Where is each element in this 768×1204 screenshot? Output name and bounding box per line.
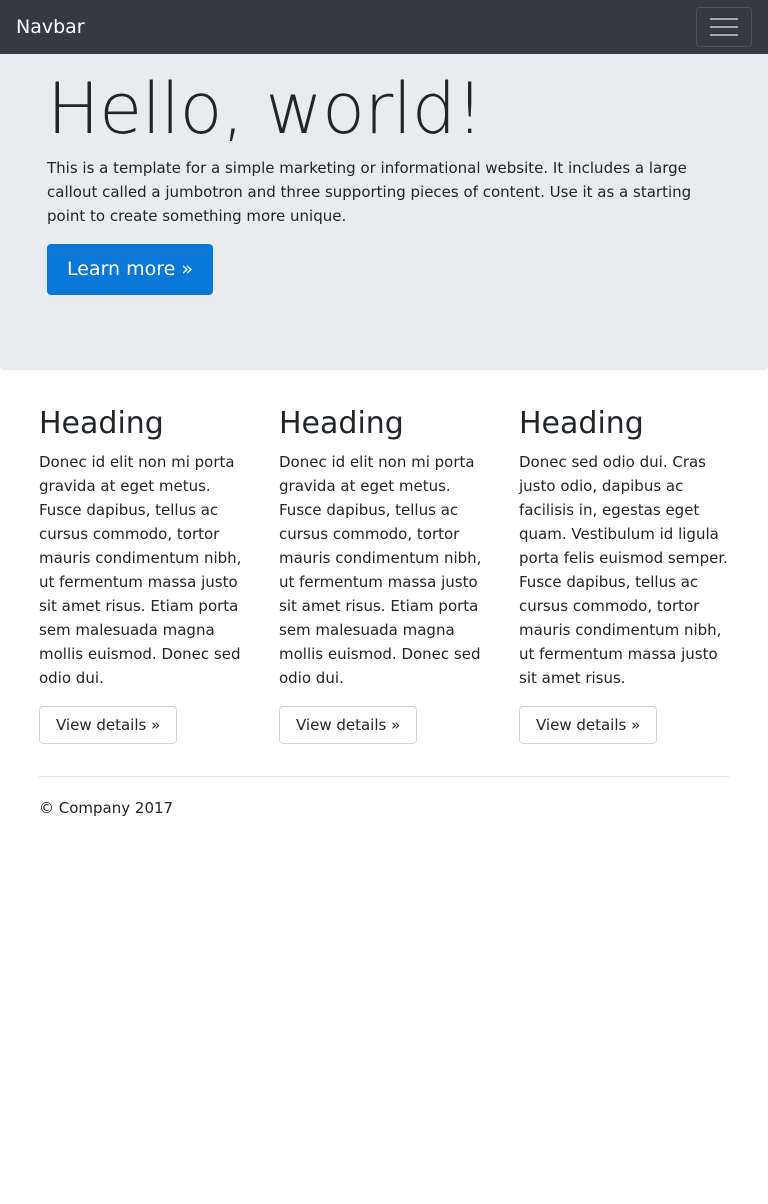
footer-copyright: © Company 2017 (39, 799, 174, 817)
column-1: Heading Donec id elit non mi porta gravi… (39, 406, 249, 744)
view-details-button[interactable]: View details » (519, 706, 658, 744)
content-container: Heading Donec id elit non mi porta gravi… (0, 370, 768, 819)
view-details-button[interactable]: View details » (279, 706, 418, 744)
column-text: Donec id elit non mi porta gravida at eg… (279, 453, 482, 687)
column-text: Donec id elit non mi porta gravida at eg… (39, 453, 242, 687)
column-text: Donec sed odio dui. Cras justo odio, dap… (519, 453, 728, 687)
columns-row: Heading Donec id elit non mi porta gravi… (39, 406, 729, 744)
navbar-toggler-button[interactable] (696, 7, 752, 47)
navbar-brand[interactable]: Navbar (16, 17, 85, 37)
learn-more-button[interactable]: Learn more » (47, 243, 213, 295)
column-3: Heading Donec sed odio dui. Cras justo o… (519, 406, 729, 744)
footer: © Company 2017 (39, 797, 729, 819)
view-details-button[interactable]: View details » (39, 706, 178, 744)
jumbotron-title: Hello, world! (47, 68, 484, 150)
jumbotron: Hello, world! This is a template for a s… (0, 54, 768, 370)
column-heading: Heading (279, 406, 404, 441)
hamburger-icon (709, 16, 739, 38)
column-heading: Heading (519, 406, 644, 441)
navbar: Navbar (0, 0, 768, 54)
footer-divider (39, 776, 729, 777)
column-heading: Heading (39, 406, 164, 441)
column-2: Heading Donec id elit non mi porta gravi… (279, 406, 489, 744)
jumbotron-lead: This is a template for a simple marketin… (47, 158, 692, 225)
